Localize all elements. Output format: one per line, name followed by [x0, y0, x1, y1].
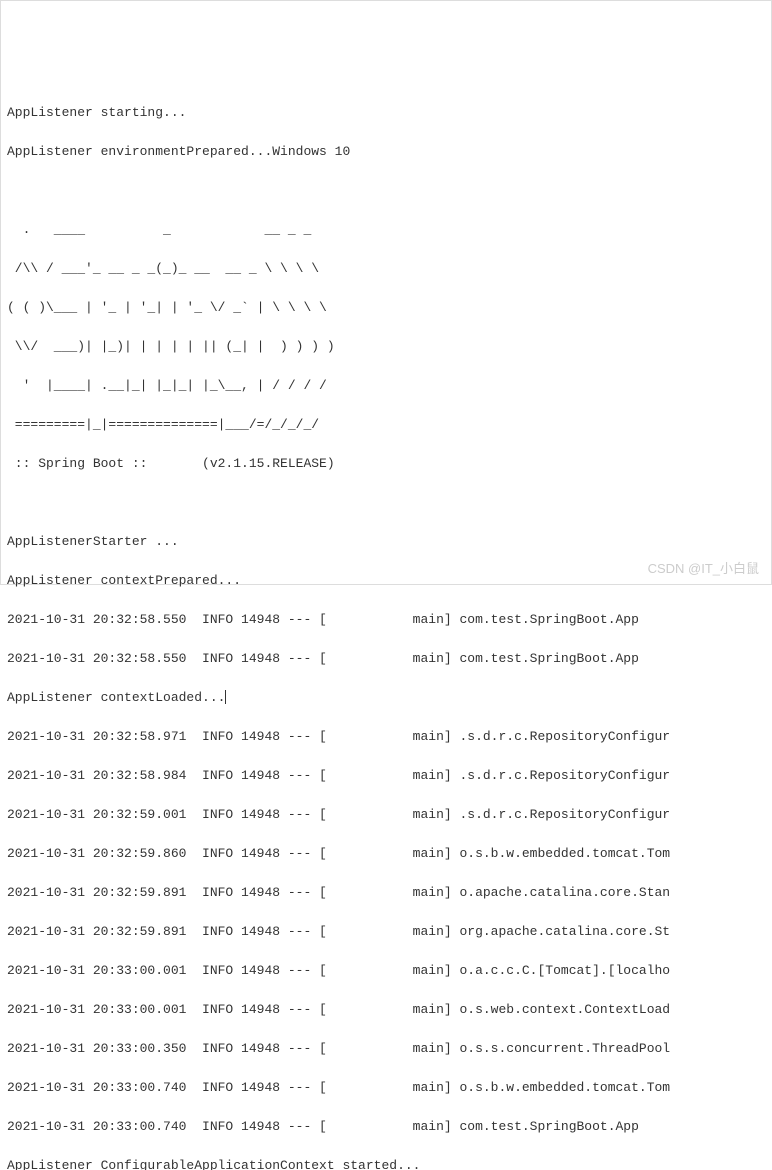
watermark: CSDN @IT_小白鼠 — [648, 559, 759, 579]
log-line: 2021-10-31 20:32:59.860 INFO 14948 --- [… — [7, 844, 765, 864]
log-line: 2021-10-31 20:32:59.891 INFO 14948 --- [… — [7, 922, 765, 942]
log-line: 2021-10-31 20:32:58.550 INFO 14948 --- [… — [7, 649, 765, 669]
log-line: 2021-10-31 20:32:58.984 INFO 14948 --- [… — [7, 766, 765, 786]
log-line — [7, 493, 765, 513]
banner-line: /\\ / ___'_ __ _ _(_)_ __ __ _ \ \ \ \ — [7, 259, 765, 279]
log-line: 2021-10-31 20:33:00.001 INFO 14948 --- [… — [7, 961, 765, 981]
log-text: AppListener contextLoaded... — [7, 690, 225, 705]
banner-line: ' |____| .__|_| |_|_| |_\__, | / / / / — [7, 376, 765, 396]
log-line: 2021-10-31 20:32:59.001 INFO 14948 --- [… — [7, 805, 765, 825]
log-line: 2021-10-31 20:33:00.001 INFO 14948 --- [… — [7, 1000, 765, 1020]
banner-line: \\/ ___)| |_)| | | | | || (_| | ) ) ) ) — [7, 337, 765, 357]
banner-line: ( ( )\___ | '_ | '_| | '_ \/ _` | \ \ \ … — [7, 298, 765, 318]
log-line: AppListenerStarter ... — [7, 532, 765, 552]
console-output: AppListener starting... AppListener envi… — [7, 83, 765, 1170]
log-line: 2021-10-31 20:33:00.740 INFO 14948 --- [… — [7, 1078, 765, 1098]
log-line: AppListener contextLoaded... — [7, 688, 765, 708]
log-line: 2021-10-31 20:32:58.550 INFO 14948 --- [… — [7, 610, 765, 630]
banner-line: . ____ _ __ _ _ — [7, 220, 765, 240]
log-line: 2021-10-31 20:32:59.891 INFO 14948 --- [… — [7, 883, 765, 903]
log-line — [7, 181, 765, 201]
log-line: AppListener environmentPrepared...Window… — [7, 142, 765, 162]
banner-line: =========|_|==============|___/=/_/_/_/ — [7, 415, 765, 435]
log-line: AppListener starting... — [7, 103, 765, 123]
log-line: AppListener ConfigurableApplicationConte… — [7, 1156, 765, 1170]
log-line: 2021-10-31 20:33:00.350 INFO 14948 --- [… — [7, 1039, 765, 1059]
text-cursor — [225, 690, 226, 704]
log-line: 2021-10-31 20:32:58.971 INFO 14948 --- [… — [7, 727, 765, 747]
banner-line: :: Spring Boot :: (v2.1.15.RELEASE) — [7, 454, 765, 474]
log-line: 2021-10-31 20:33:00.740 INFO 14948 --- [… — [7, 1117, 765, 1137]
